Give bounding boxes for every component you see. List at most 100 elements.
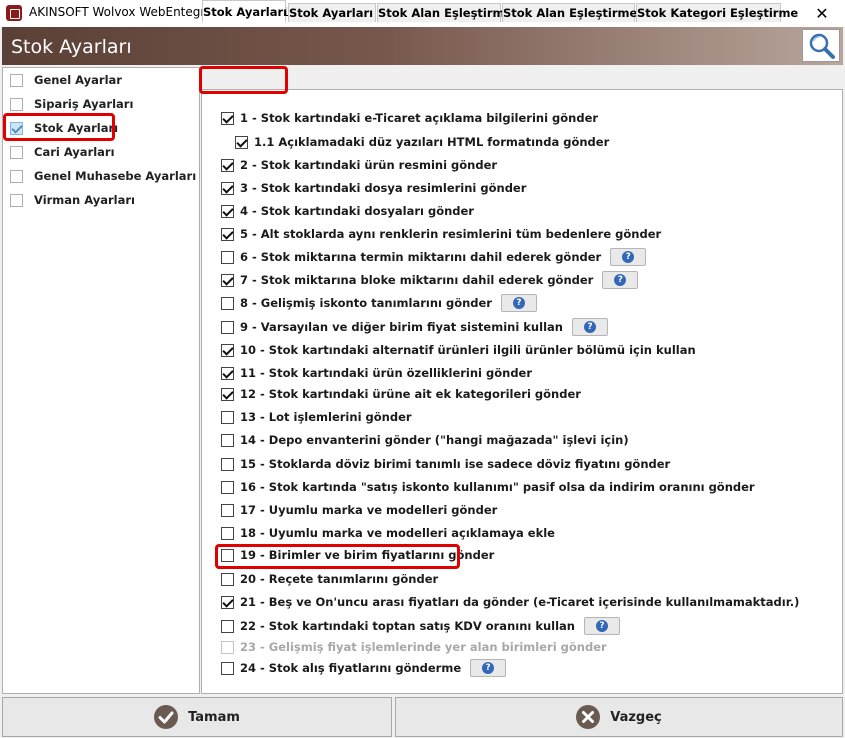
- option-row[interactable]: 12 - Stok kartındaki ürüne ait ek katego…: [221, 385, 581, 403]
- option-checkbox[interactable]: [221, 661, 234, 675]
- ok-button[interactable]: Tamam: [2, 697, 392, 737]
- option-checkbox[interactable]: [221, 250, 234, 264]
- option-row[interactable]: 17 - Uyumlu marka ve modelleri gönder: [221, 501, 497, 519]
- help-button[interactable]: ?: [602, 271, 639, 289]
- option-checkbox[interactable]: [221, 227, 234, 241]
- highlight-option-19: [215, 544, 460, 569]
- highlight-sidebar-stok: [3, 113, 115, 141]
- help-icon: ?: [596, 620, 608, 632]
- close-icon[interactable]: ✕: [799, 0, 845, 27]
- option-checkbox[interactable]: [221, 111, 234, 125]
- option-checkbox[interactable]: [221, 320, 234, 334]
- sidebar-item-label: Genel Ayarlar: [34, 73, 122, 87]
- option-row[interactable]: 21 - Beş ve On'uncu arası fiyatları da g…: [221, 593, 799, 611]
- option-label: 24 - Stok alış fiyatlarını gönderme: [240, 661, 462, 675]
- tab[interactable]: Stok Kategori Eşleştirme: [636, 3, 798, 22]
- help-button[interactable]: ?: [470, 659, 507, 677]
- option-row[interactable]: 8 - Gelişmiş iskonto tanımlarını gönder?: [221, 294, 537, 312]
- help-button[interactable]: ?: [500, 294, 537, 312]
- option-label: 10 - Stok kartındaki alternatif ürünleri…: [240, 343, 696, 357]
- search-button[interactable]: [802, 29, 840, 62]
- cancel-button[interactable]: Vazgeç: [395, 697, 843, 737]
- help-icon: ?: [622, 251, 635, 263]
- help-button[interactable]: ?: [571, 318, 608, 336]
- highlight-tab-stok: [199, 66, 288, 94]
- option-row[interactable]: 10 - Stok kartındaki alternatif ürünleri…: [221, 341, 696, 359]
- option-checkbox[interactable]: [221, 503, 234, 517]
- option-row[interactable]: 13 - Lot işlemlerini gönder: [221, 408, 412, 426]
- option-checkbox[interactable]: [221, 433, 234, 447]
- tab[interactable]: Stok Ayarları 2: [288, 3, 385, 22]
- app-logo-icon: [6, 5, 22, 21]
- option-label: 8 - Gelişmiş iskonto tanımlarını gönder: [240, 296, 492, 310]
- sidebar-item[interactable]: Cari Ayarları: [10, 141, 115, 163]
- sidebar-item-label: Sipariş Ayarları: [34, 97, 134, 111]
- option-checkbox[interactable]: [221, 366, 234, 380]
- help-button[interactable]: ?: [610, 248, 647, 266]
- option-label: 1 - Stok kartındaki e-Ticaret açıklama b…: [240, 111, 599, 125]
- help-icon: ?: [583, 321, 596, 333]
- page-header: Stok Ayarları: [2, 27, 843, 65]
- option-checkbox[interactable]: [221, 387, 234, 401]
- option-checkbox[interactable]: [221, 572, 234, 586]
- option-checkbox[interactable]: [221, 158, 234, 172]
- option-row[interactable]: 20 - Reçete tanımlarını gönder: [221, 570, 438, 588]
- sidebar-item-label: Genel Muhasebe Ayarları: [34, 169, 197, 183]
- cancel-label: Vazgeç: [610, 709, 662, 725]
- option-row[interactable]: 24 - Stok alış fiyatlarını gönderme?: [221, 659, 507, 677]
- help-button[interactable]: ?: [584, 617, 620, 635]
- sidebar-checkbox: [10, 145, 23, 159]
- option-row[interactable]: 11 - Stok kartındaki ürün özelliklerini …: [221, 364, 532, 382]
- option-row[interactable]: 14 - Depo envanterini gönder ("hangi mağ…: [221, 431, 629, 449]
- option-row[interactable]: 9 - Varsayılan ve diğer birim fiyat sist…: [221, 318, 608, 336]
- option-row[interactable]: 3 - Stok kartındaki dosya resimlerini gö…: [221, 179, 526, 197]
- option-row[interactable]: 15 - Stoklarda döviz birimi tanımlı ise …: [221, 455, 670, 473]
- tab[interactable]: Stok Alan Eşleştirme 2: [502, 3, 649, 22]
- option-label: 22 - Stok kartındaki toptan satış KDV or…: [240, 619, 575, 633]
- option-checkbox[interactable]: [221, 343, 234, 357]
- sidebar-item[interactable]: Genel Muhasebe Ayarları: [10, 165, 196, 187]
- sidebar-checkbox: [10, 97, 23, 111]
- option-checkbox[interactable]: [221, 296, 234, 310]
- option-label: 13 - Lot işlemlerini gönder: [240, 410, 412, 424]
- option-row[interactable]: 22 - Stok kartındaki toptan satış KDV or…: [221, 617, 620, 635]
- option-label: 20 - Reçete tanımlarını gönder: [240, 572, 439, 586]
- option-label: 3 - Stok kartındaki dosya resimlerini gö…: [240, 181, 527, 195]
- option-row[interactable]: 5 - Alt stoklarda aynı renklerin resimle…: [221, 225, 661, 243]
- option-row[interactable]: 18 - Uyumlu marka ve modelleri açıklamay…: [221, 524, 555, 542]
- option-label: 7 - Stok miktarına bloke miktarını dahil…: [240, 273, 594, 287]
- option-label: 11 - Stok kartındaki ürün özelliklerini …: [240, 366, 533, 380]
- tab[interactable]: Stok Alan Eşleştirme: [377, 3, 512, 22]
- option-checkbox[interactable]: [221, 204, 234, 218]
- option-row[interactable]: 16 - Stok kartında "satış iskonto kullan…: [221, 478, 755, 496]
- option-checkbox[interactable]: [221, 181, 234, 195]
- option-checkbox[interactable]: [221, 273, 234, 287]
- option-row[interactable]: 6 - Stok miktarına termin miktarını dahi…: [221, 248, 647, 266]
- ok-label: Tamam: [188, 709, 240, 725]
- help-icon: ?: [482, 662, 495, 674]
- option-checkbox[interactable]: [235, 135, 248, 149]
- option-checkbox[interactable]: [221, 480, 234, 494]
- option-row[interactable]: 1.1 Açıklamadaki düz yazıları HTML forma…: [235, 133, 609, 151]
- option-checkbox[interactable]: [221, 457, 234, 471]
- option-label: 23 - Gelişmiş fiyat işlemlerinde yer ala…: [240, 640, 607, 654]
- option-label: 16 - Stok kartında "satış iskonto kullan…: [240, 480, 755, 494]
- option-label: 12 - Stok kartındaki ürüne ait ek katego…: [240, 387, 581, 401]
- tab[interactable]: Stok Ayarları: [202, 0, 287, 22]
- option-checkbox[interactable]: [221, 595, 234, 609]
- option-label: 2 - Stok kartındaki ürün resmini gönder: [240, 158, 498, 172]
- cancel-x-icon: [576, 705, 601, 729]
- option-row[interactable]: 1 - Stok kartındaki e-Ticaret açıklama b…: [221, 109, 598, 127]
- option-checkbox[interactable]: [221, 526, 234, 540]
- option-checkbox[interactable]: [221, 619, 234, 633]
- sidebar-item[interactable]: Genel Ayarlar: [10, 69, 122, 91]
- option-checkbox[interactable]: [221, 410, 234, 424]
- help-icon: ?: [512, 297, 525, 309]
- option-row[interactable]: 7 - Stok miktarına bloke miktarını dahil…: [221, 271, 639, 289]
- sidebar-item-label: Virman Ayarları: [34, 193, 135, 207]
- option-row[interactable]: 4 - Stok kartındaki dosyaları gönder: [221, 202, 474, 220]
- option-row[interactable]: 2 - Stok kartındaki ürün resmini gönder: [221, 156, 497, 174]
- sidebar-item[interactable]: Virman Ayarları: [10, 189, 135, 211]
- check-icon: [154, 705, 179, 729]
- sidebar-item[interactable]: Sipariş Ayarları: [10, 93, 133, 115]
